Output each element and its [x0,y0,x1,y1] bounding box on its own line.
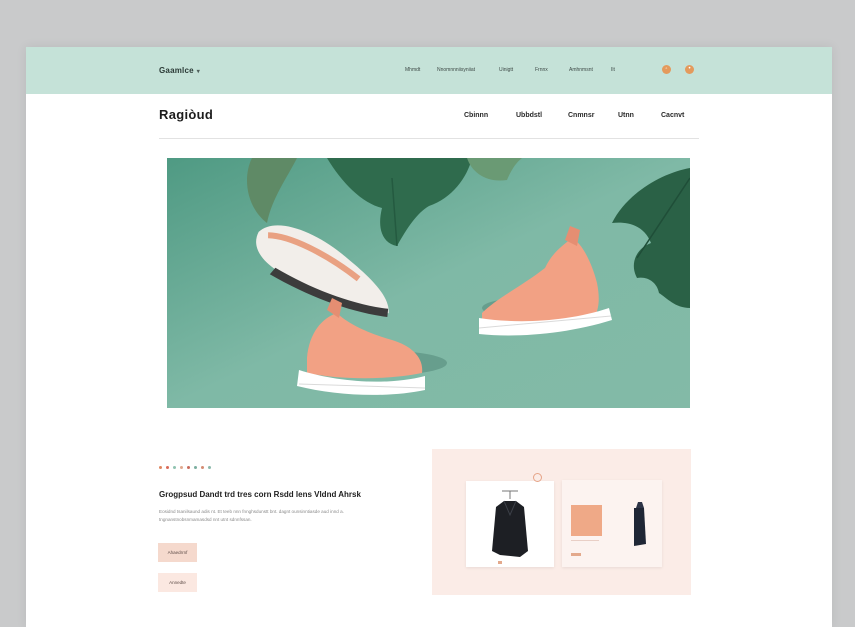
top-nav-link[interactable]: Frnnx [535,67,548,73]
color-dots [159,466,211,469]
hero-illustration [167,158,690,408]
price-tag [498,561,502,564]
price-tag [571,553,581,556]
web-page: Gaamlce ▾ Mhmdt Nnomnnniisyniiat Uinigtt … [26,47,832,627]
product-card[interactable] [562,480,662,567]
color-swatch[interactable] [159,466,162,469]
top-nav-link[interactable]: Mhmdt [405,67,420,73]
main-nav-item[interactable]: Ubbdstl [516,112,542,119]
hanger-hook-icon [533,473,542,482]
main-nav-item[interactable]: Utnn [618,112,634,119]
site-logo[interactable]: Ragiòud [159,107,213,122]
color-swatch[interactable] [194,466,197,469]
main-nav-item[interactable]: Cacnvt [661,112,684,119]
top-nav-link[interactable]: Nnomnnniisyniiat [437,67,475,73]
brand-name: Gaamlce [159,66,194,75]
main-nav-item[interactable]: Cbinnn [464,112,488,119]
color-swatch[interactable] [187,466,190,469]
color-swatch[interactable] [173,466,176,469]
hero-banner [167,158,690,408]
primary-button[interactable]: Ahaedrrnf [158,543,197,562]
top-nav-link[interactable]: Amhnmsnt [569,67,593,73]
main-header: Ragiòud Cbinnn Ubbdstl Cnmnsr Utnn Cacnv… [159,94,699,139]
cart-icon[interactable]: ◦ [662,65,671,74]
color-swatch[interactable] [201,466,204,469]
user-icon[interactable]: • [685,65,694,74]
secondary-button[interactable]: Annedte [158,573,197,592]
top-bar: Gaamlce ▾ Mhmdt Nnomnnniisyniiat Uinigtt … [26,47,832,94]
brand-selector[interactable]: Gaamlce ▾ [159,66,200,75]
apparel-image [492,490,528,557]
product-showcase [432,449,691,595]
top-nav-link[interactable]: Uinigtt [499,67,513,73]
feature-title: Grogpsud Dandt trd tres corn Rsdd lens V… [159,490,361,499]
color-swatch[interactable] [180,466,183,469]
top-nav-link[interactable]: Ilt [611,67,615,73]
color-swatch[interactable] [208,466,211,469]
main-nav-item[interactable]: Cnmnsr [568,112,594,119]
chevron-down-icon: ▾ [196,69,200,75]
feature-description: Eosidnd tsanilsaund adis nt. Et teeb nnn… [159,509,344,522]
color-swatch[interactable] [166,466,169,469]
product-card[interactable] [466,481,554,567]
